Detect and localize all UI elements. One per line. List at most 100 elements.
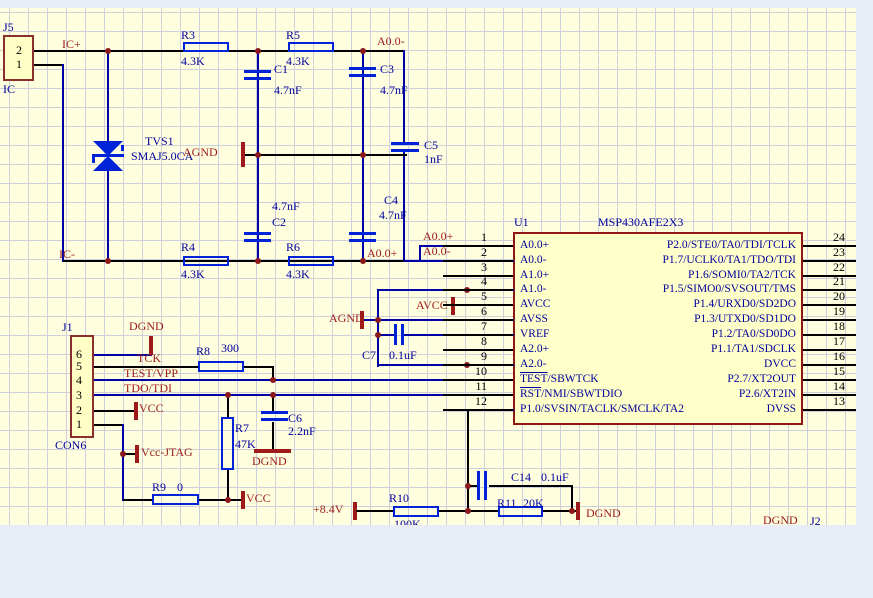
r6-val[interactable]: 4.3K [286,268,310,281]
j1-pin2-num[interactable]: 2 [76,404,82,417]
c6-capacitor[interactable] [261,418,288,421]
r10-body[interactable] [393,506,439,517]
port-vcc-1-label[interactable]: VCC [139,402,164,415]
r5-body[interactable] [288,42,334,52]
net-a00-minus-top[interactable]: A0.0- [377,35,405,48]
r9-body[interactable] [152,494,199,505]
r3-body[interactable] [183,42,229,52]
wire[interactable] [272,422,274,451]
r4-body[interactable] [183,256,229,266]
net-tck[interactable]: TCK [137,352,161,365]
c2-val[interactable]: 4.7nF [272,200,300,213]
c3-ref[interactable]: C3 [380,63,394,76]
r11-val[interactable]: 20K [523,497,544,510]
port-84v-label[interactable]: +8.4V [313,503,343,516]
port-agnd-2-label[interactable]: AGND [329,312,364,325]
r8-val[interactable]: 300 [221,342,239,355]
wire[interactable] [245,154,407,156]
wire[interactable] [123,499,153,501]
port-agnd-1-label[interactable]: AGND [183,146,218,159]
wire[interactable] [134,402,138,420]
c5-val[interactable]: 1nF [424,153,443,166]
c6-capacitor[interactable] [261,411,288,414]
u1-part[interactable]: MSP430AFE2X3 [598,216,683,229]
c5-ref[interactable]: C5 [424,139,438,152]
j1-pin1-num[interactable]: 1 [76,418,82,431]
u1-pin-12-stub[interactable] [443,409,513,411]
port-vcc-2-label[interactable]: VCC [246,492,271,505]
j1-pin5-num[interactable]: 5 [76,360,82,373]
wire[interactable] [62,64,64,262]
r4-val[interactable]: 4.3K [181,268,205,281]
wire[interactable] [241,142,245,167]
net-tdo-tdi[interactable]: TDO/TDI [124,382,172,395]
c4-capacitor[interactable] [349,239,376,242]
net-ic-minus[interactable]: IC- [59,248,75,261]
wire[interactable] [227,396,229,419]
wire[interactable] [356,510,393,512]
c14-capacitor[interactable] [477,471,480,500]
r7-body[interactable] [221,417,234,470]
r9-val[interactable]: 0 [177,481,183,494]
c7-ref[interactable]: C7 [362,349,376,362]
c1-capacitor[interactable] [244,77,271,80]
j5-ref[interactable]: J5 [3,21,14,34]
j1-connector[interactable] [70,335,94,438]
j1-pin4-num[interactable]: 4 [76,374,82,387]
c7-capacitor[interactable] [394,324,397,345]
r3-val[interactable]: 4.3K [181,55,205,68]
c7-val[interactable]: 0.1uF [389,349,417,362]
c3-capacitor[interactable] [349,67,376,70]
r3-ref[interactable]: R3 [181,29,195,42]
wire[interactable] [377,289,379,367]
c4-ref[interactable]: C4 [384,194,398,207]
wire[interactable] [93,424,123,426]
r10-val[interactable]: 100K [394,518,421,525]
j5-type[interactable]: IC [3,83,15,96]
port-dgnd-2-label[interactable]: DGND [252,455,287,468]
c1-val[interactable]: 4.7nF [274,84,302,97]
c6-val[interactable]: 2.2nF [288,425,316,438]
r4-ref[interactable]: R4 [181,241,195,254]
r5-val[interactable]: 4.3K [286,55,310,68]
c2-capacitor[interactable] [244,239,271,242]
net-test-vpp[interactable]: TEST/VPP [124,367,178,380]
wire[interactable] [93,410,136,412]
c14-ref[interactable]: C14 [511,471,531,484]
net-a00-plus-pin[interactable]: A0.0+ [423,230,453,243]
c2-capacitor[interactable] [244,232,271,235]
wire[interactable] [135,445,139,463]
j1-ref[interactable]: J1 [62,321,73,334]
j5-pin2-num[interactable]: 2 [16,44,22,57]
c6-ref[interactable]: C6 [288,412,302,425]
r7-ref[interactable]: R7 [235,422,249,435]
r8-body[interactable] [198,361,244,372]
wire[interactable] [419,245,421,261]
wire[interactable] [122,424,124,501]
u1-ref[interactable]: U1 [514,216,529,229]
r9-ref[interactable]: R9 [152,481,166,494]
net-ic-plus[interactable]: IC+ [62,38,81,51]
port-dgnd-4-label[interactable]: DGND [763,514,798,525]
j1-pin3-num[interactable]: 3 [76,389,82,402]
c3-val[interactable]: 4.7nF [380,84,408,97]
port-dgnd-1-label[interactable]: DGND [129,320,164,333]
port-dgnd-3-label[interactable]: DGND [586,507,621,520]
wire[interactable] [63,260,420,262]
wire[interactable] [467,410,469,512]
c14-capacitor[interactable] [484,471,487,500]
c4-capacitor[interactable] [349,232,376,235]
r11-ref[interactable]: R11 [497,497,517,510]
wire[interactable] [241,491,245,509]
wire[interactable] [451,297,455,315]
wire[interactable] [107,50,109,262]
c4-val[interactable]: 4.7nF [379,209,407,222]
r6-ref[interactable]: R6 [286,241,300,254]
wire[interactable] [403,152,405,261]
wire[interactable] [254,449,291,453]
j2-ref[interactable]: J2 [810,515,821,525]
net-a00-plus-rail[interactable]: A0.0+ [367,247,397,260]
c1-capacitor[interactable] [244,70,271,73]
r6-body[interactable] [288,256,334,266]
r7-val[interactable]: 47K [235,438,256,451]
